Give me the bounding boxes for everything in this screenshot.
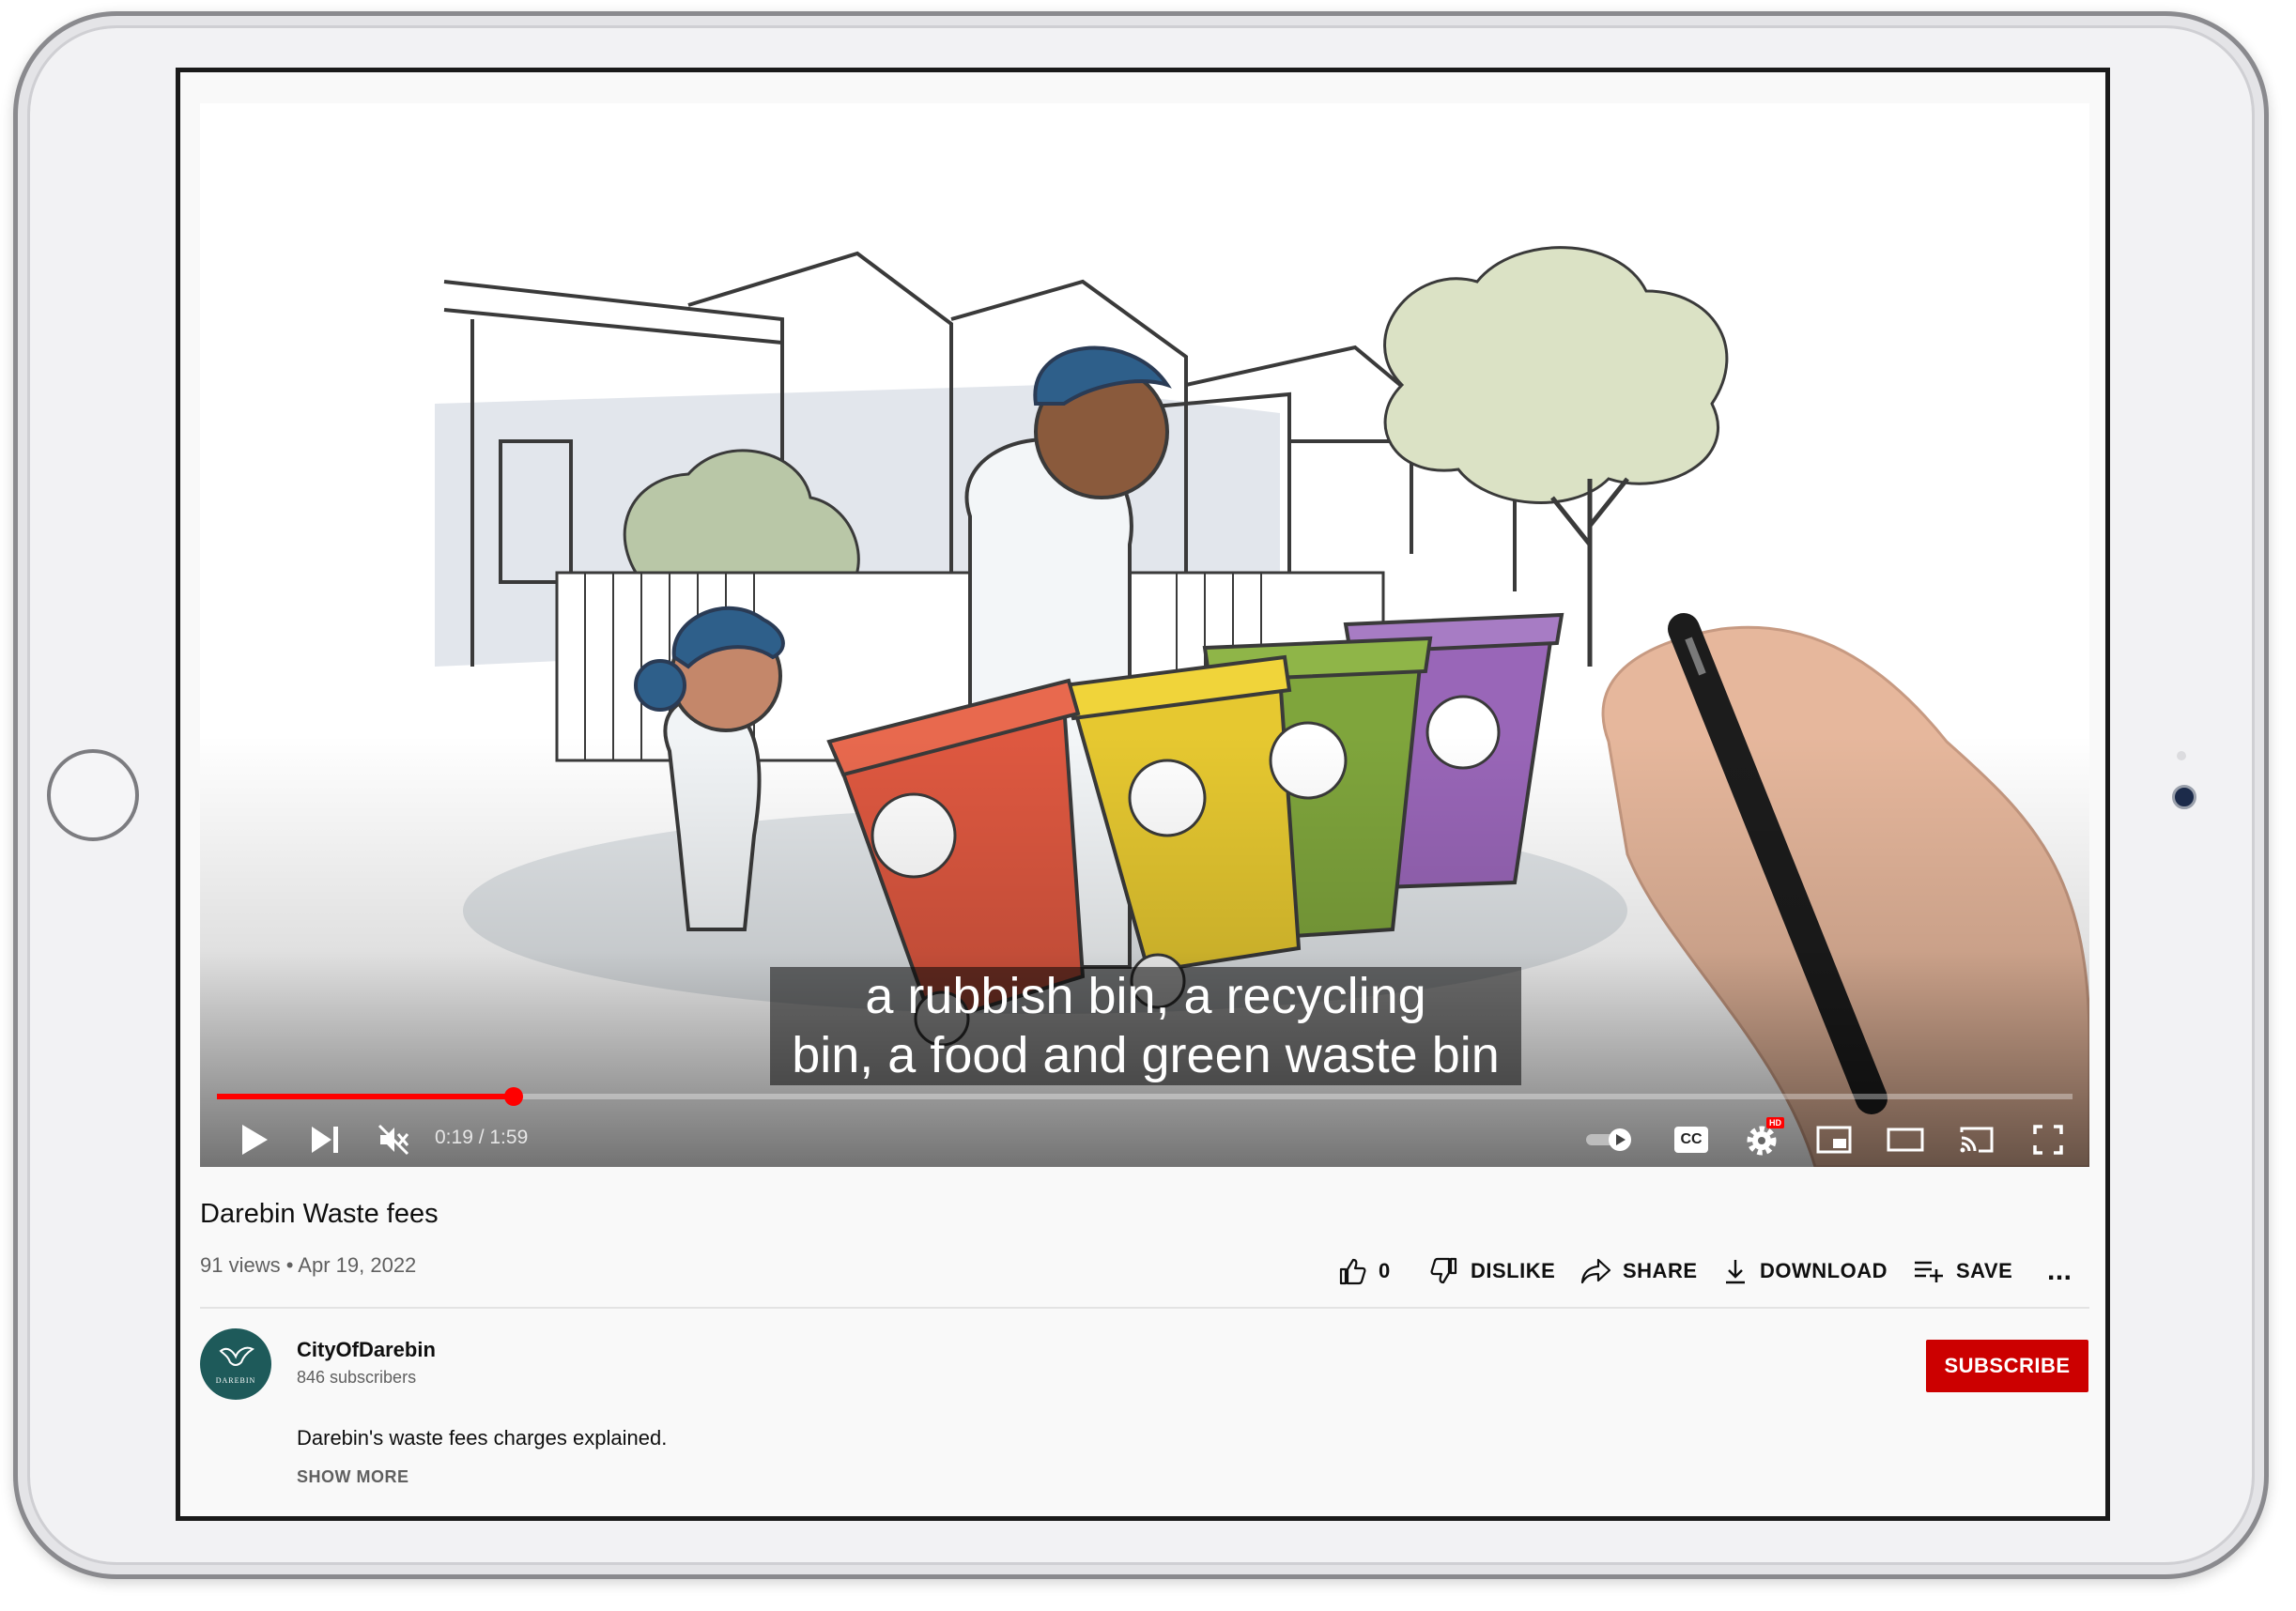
- miniplayer-icon: [1816, 1126, 1852, 1154]
- play-button[interactable]: [228, 1115, 281, 1164]
- mute-button[interactable]: [367, 1115, 420, 1164]
- logo-text: DAREBIN: [216, 1376, 256, 1385]
- share-button[interactable]: SHARE: [1579, 1250, 1698, 1292]
- mute-icon: [378, 1124, 409, 1156]
- front-sensor: [2177, 751, 2186, 760]
- progress-bar[interactable]: [217, 1087, 2073, 1106]
- caption-line: bin, a food and green waste bin: [792, 1027, 1500, 1083]
- share-label: SHARE: [1623, 1259, 1698, 1282]
- show-more-button[interactable]: SHOW MORE: [297, 1467, 409, 1487]
- save-button[interactable]: SAVE: [1913, 1250, 2012, 1292]
- more-icon: ...: [2047, 1255, 2073, 1286]
- video-title: Darebin Waste fees: [200, 1199, 439, 1229]
- time-display: 0:19 / 1:59: [435, 1127, 529, 1148]
- subscriber-count: 846 subscribers: [297, 1368, 417, 1387]
- play-icon: [242, 1125, 268, 1155]
- video-description: Darebin's waste fees charges explained.: [297, 1426, 668, 1450]
- hd-badge: HD: [1766, 1117, 1784, 1128]
- playlist-add-icon: [1915, 1261, 1943, 1282]
- cast-icon: [1960, 1127, 1994, 1153]
- channel-avatar[interactable]: DAREBIN: [200, 1328, 271, 1400]
- download-label: DOWNLOAD: [1760, 1259, 1888, 1282]
- download-icon: [1726, 1260, 1745, 1284]
- theater-icon: [1887, 1128, 1924, 1152]
- cast-button[interactable]: [1949, 1115, 2005, 1164]
- like-count: 0: [1379, 1259, 1391, 1282]
- share-icon: [1580, 1258, 1611, 1284]
- fullscreen-button[interactable]: [2020, 1115, 2076, 1164]
- subscribe-button[interactable]: SUBSCRIBE: [1926, 1340, 2088, 1392]
- autoplay-toggle-icon: [1586, 1128, 1631, 1151]
- dislike-button[interactable]: DISLIKE: [1429, 1250, 1555, 1292]
- video-player[interactable]: a rubbish bin, a recycling bin, a food a…: [200, 103, 2089, 1167]
- miniplayer-button[interactable]: [1806, 1115, 1862, 1164]
- dislike-label: DISLIKE: [1471, 1259, 1556, 1282]
- divider: [200, 1307, 2089, 1309]
- video-meta: 91 views • Apr 19, 2022: [200, 1253, 417, 1277]
- save-label: SAVE: [1956, 1259, 2013, 1282]
- download-button[interactable]: DOWNLOAD: [1722, 1250, 1888, 1292]
- captions-button[interactable]: CC: [1663, 1115, 1719, 1164]
- next-icon: [312, 1127, 338, 1153]
- more-actions-button[interactable]: ...: [2047, 1250, 2073, 1292]
- progress-played: [217, 1094, 515, 1099]
- screen: a rubbish bin, a recycling bin, a food a…: [176, 68, 2110, 1521]
- darebin-logo-icon: DAREBIN: [216, 1346, 256, 1385]
- captions-icon: CC: [1674, 1127, 1708, 1153]
- thumbs-down-icon: [1430, 1257, 1457, 1284]
- autoplay-toggle[interactable]: [1580, 1115, 1641, 1164]
- caption-line: a rubbish bin, a recycling: [865, 968, 1426, 1024]
- thumbs-up-icon: [1339, 1258, 1366, 1285]
- home-button[interactable]: [47, 749, 139, 841]
- like-button[interactable]: 0: [1337, 1250, 1391, 1292]
- channel-name[interactable]: CityOfDarebin: [297, 1338, 436, 1362]
- cc-label: CC: [1680, 1131, 1703, 1147]
- fullscreen-icon: [2033, 1125, 2063, 1155]
- caption-box: a rubbish bin, a recycling bin, a food a…: [770, 967, 1521, 1085]
- theater-mode-button[interactable]: [1877, 1115, 1934, 1164]
- next-button[interactable]: [299, 1115, 351, 1164]
- settings-button[interactable]: HD: [1734, 1115, 1791, 1164]
- front-camera: [2172, 785, 2196, 809]
